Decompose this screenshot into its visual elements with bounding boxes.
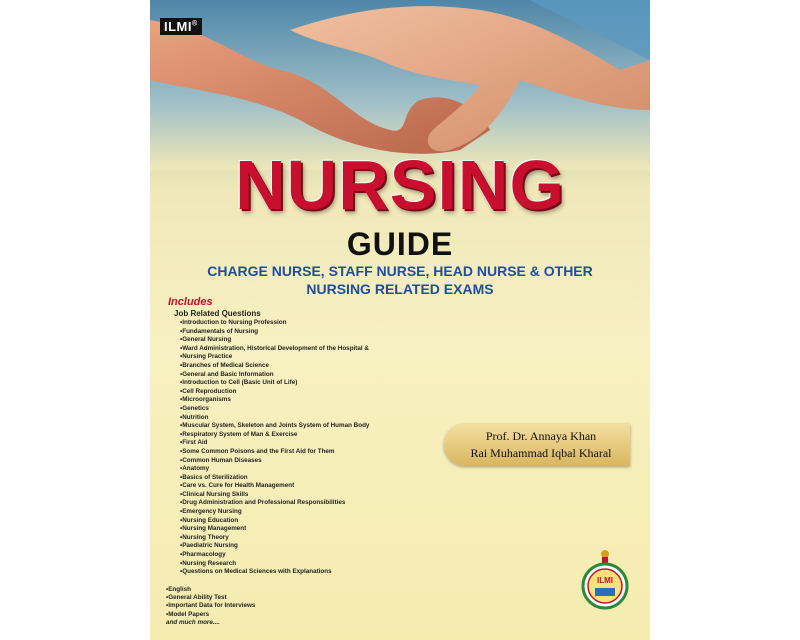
topic-item: Some Common Poisons and the First Aid fo… (180, 448, 410, 457)
topic-item: Nursing Research (180, 560, 410, 569)
topic-item: General Nursing (180, 336, 410, 345)
topic-item: Respiratory System of Man & Exercise (180, 431, 410, 440)
topic-item: Nursing Theory (180, 534, 410, 543)
topic-item: Genetics (180, 405, 410, 414)
topic-item: Nursing Practice (180, 353, 410, 362)
topic-item: Pharmacology (180, 551, 410, 560)
topic-item: Introduction to Cell (Basic Unit of Life… (180, 379, 410, 388)
topic-item: Emergency Nursing (180, 508, 410, 517)
topic-item: First Aid (180, 439, 410, 448)
topic-item: Common Human Diseases (180, 457, 410, 466)
publisher-brand: ILMI® (160, 18, 202, 35)
topic-item: Muscular System, Skeleton and Joints Sys… (180, 422, 410, 431)
topic-item: Ward Administration, Historical Developm… (180, 345, 410, 354)
book-subtitle: GUIDE (346, 226, 454, 262)
topic-item: Clinical Nursing Skills (180, 491, 410, 500)
topic-item: Basics of Sterilization (180, 474, 410, 483)
includes-label: Includes (168, 296, 213, 308)
holding-hands-photo (150, 0, 650, 170)
topic-item: Microorganisms (180, 396, 410, 405)
and-more-text: and much more.... (166, 618, 220, 626)
author-1: Prof. Dr. Annaya Khan (485, 429, 597, 443)
book-title: NURSING (235, 146, 565, 224)
topic-item: Introduction to Nursing Profession (180, 319, 410, 328)
topic-item: Cell Reproduction (180, 388, 410, 397)
topic-item: Nutrition (180, 414, 410, 423)
topic-item: Care vs. Cure for Health Management (180, 482, 410, 491)
topic-item: Branches of Medical Science (180, 362, 410, 371)
book-cover: ILMI® NURSING GUIDE CHARGE NURSE, STAFF … (150, 0, 650, 640)
extra-item: English (166, 586, 255, 594)
topic-list: Introduction to Nursing Profession Funda… (180, 319, 410, 577)
brand-name: ILMI (164, 19, 192, 34)
author-banner: Prof. Dr. Annaya Khan Rai Muhammad Iqbal… (444, 424, 630, 466)
topic-item: Nursing Education (180, 517, 410, 526)
extras-list: English General Ability Test Important D… (166, 586, 255, 627)
job-related-label: Job Related Questions (174, 309, 261, 318)
topic-item: Nursing Management (180, 525, 410, 534)
author-2: Rai Muhammad Iqbal Kharal (470, 446, 612, 460)
extra-item: General Ability Test (166, 594, 255, 602)
publisher-logo: ILMI (581, 550, 629, 610)
topic-item: Questions on Medical Sciences with Expla… (180, 568, 410, 577)
publisher-logo-text: ILMI (597, 576, 613, 585)
extra-item: Model Papers (166, 611, 255, 619)
tagline-line-1: CHARGE NURSE, STAFF NURSE, HEAD NURSE & … (207, 263, 593, 279)
topic-item: Drug Administration and Professional Res… (180, 499, 410, 508)
registered-mark: ® (192, 20, 198, 28)
topic-item: Fundamentals of Nursing (180, 328, 410, 337)
topic-item: Anatomy (180, 465, 410, 474)
extra-item: Important Data for Interviews (166, 602, 255, 610)
tagline-line-2: NURSING RELATED EXAMS (306, 281, 494, 297)
topic-item: Paediatric Nursing (180, 542, 410, 551)
topic-item: General and Basic Information (180, 371, 410, 380)
book-tagline: CHARGE NURSE, STAFF NURSE, HEAD NURSE & … (150, 262, 650, 298)
